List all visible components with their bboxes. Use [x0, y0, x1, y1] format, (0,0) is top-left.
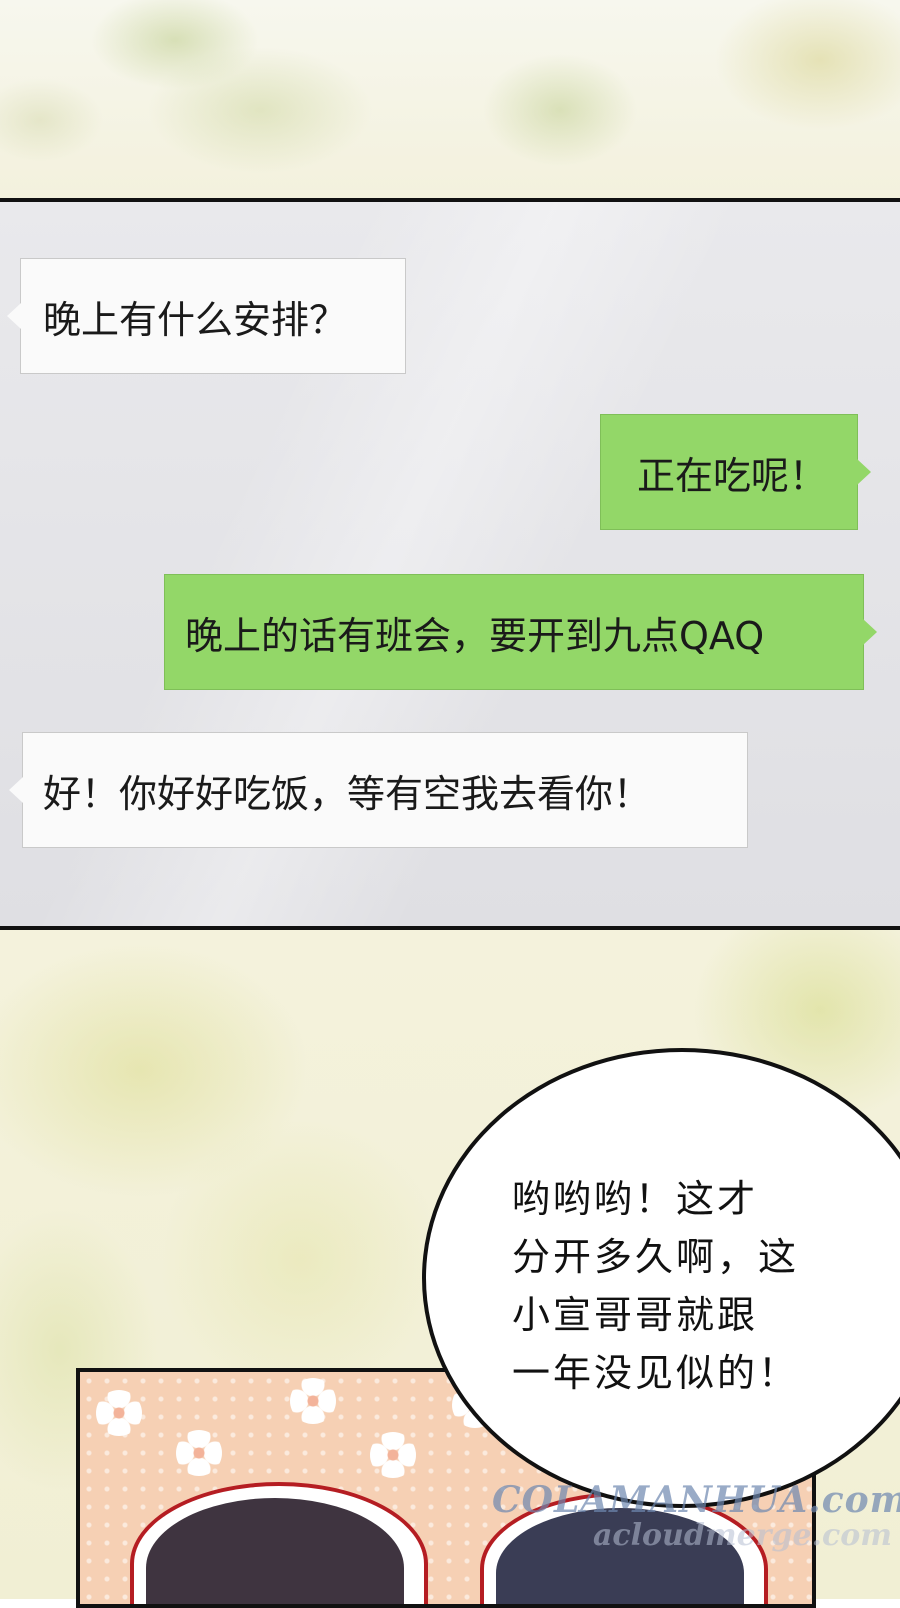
chat-message-text: 晚上的话有班会，要开到九点QAQ [185, 613, 765, 658]
chat-bubble-outgoing: 正在吃呢！ [600, 414, 871, 530]
flower-decoration [370, 1432, 416, 1478]
chat-bubble-incoming: 好！你好好吃饭，等有空我去看你！ [9, 732, 748, 848]
watermark-line: acloudmerge.com [592, 1518, 892, 1553]
flower-decoration [290, 1378, 336, 1424]
chat-message-text: 好！你好好吃饭，等有空我去看你！ [43, 771, 652, 816]
bubble-tail [857, 459, 871, 485]
chat-bubble-incoming: 晚上有什么安排？ [7, 258, 406, 374]
bubble-tail [9, 777, 23, 803]
chat-message-text: 晚上有什么安排？ [43, 297, 348, 342]
watermark-line: COLAMANHUA.com [492, 1479, 900, 1521]
bubble-tail [7, 303, 21, 329]
chat-bubble-outgoing: 晚上的话有班会，要开到九点QAQ [164, 574, 877, 690]
chat-message-text: 正在吃呢！ [637, 453, 828, 498]
watermark: COLAMANHUA.com acloudmerge.com [492, 1479, 900, 1554]
chat-panel: 晚上有什么安排？ 正在吃呢！ 晚上的话有班会，要开到九点QAQ 好！你好好吃饭，… [0, 198, 900, 930]
speech-bubble-text: 哟哟哟！这才 分开多久啊，这 小宣哥哥就跟 一年没见似的！ [512, 1177, 800, 1395]
top-leaf-background [0, 0, 900, 198]
flower-decoration [176, 1430, 222, 1476]
flower-decoration [96, 1390, 142, 1436]
bubble-tail [863, 619, 877, 645]
